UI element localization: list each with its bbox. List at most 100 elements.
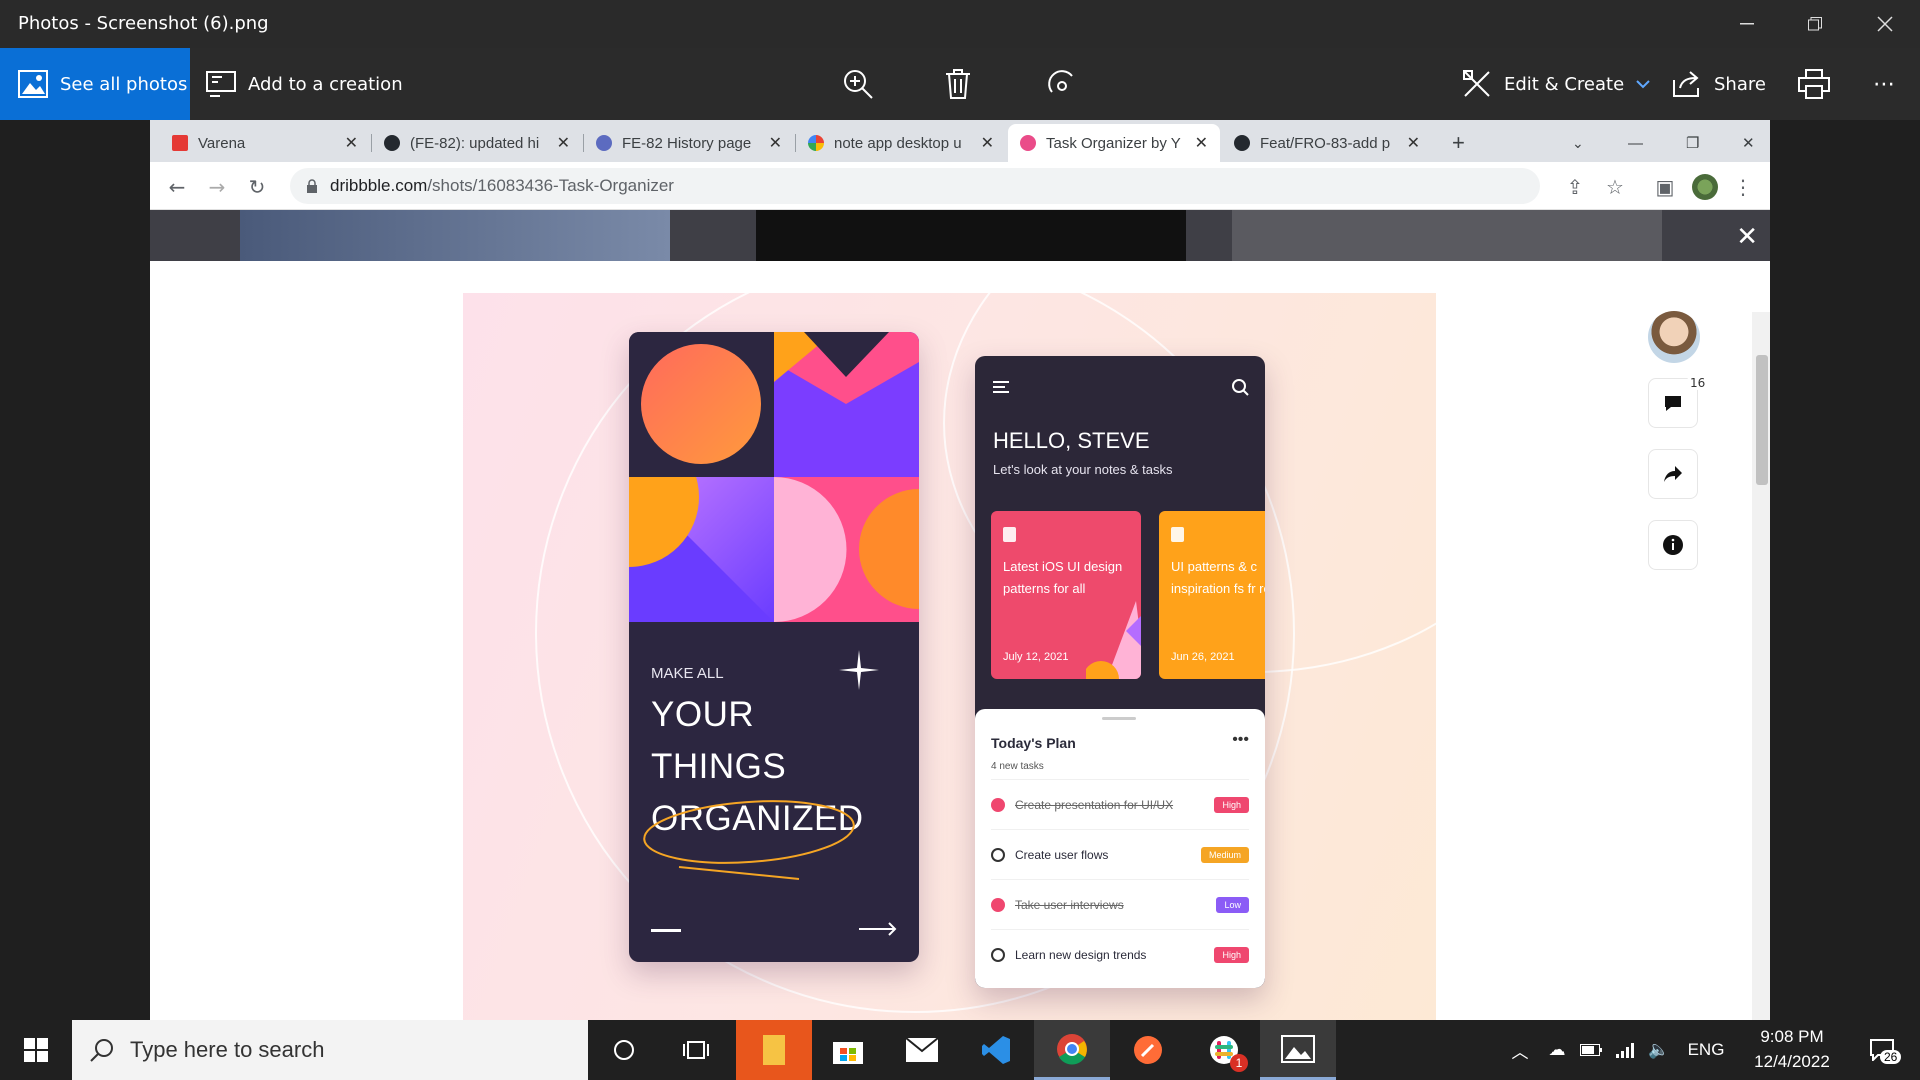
language-indicator[interactable]: ENG [1680,1020,1732,1080]
plan-count: 4 new tasks [991,761,1044,772]
taskbar-app-postman[interactable] [1110,1020,1186,1080]
task-view-button[interactable] [658,1020,734,1080]
tab-close-icon[interactable]: ✕ [1407,133,1420,153]
browser-restore-button[interactable]: ❐ [1674,124,1711,162]
vscode-icon [982,1036,1010,1064]
info-button[interactable] [1648,520,1698,570]
cortana-button[interactable] [586,1020,662,1080]
share-page-button[interactable]: ⇪ [1560,172,1590,202]
forward-button[interactable]: → [202,172,232,202]
tab-github-fe82[interactable]: (FE-82): updated hi ✕ [372,124,582,162]
browser-close-button[interactable]: ✕ [1730,124,1767,162]
drag-handle[interactable] [1102,717,1136,720]
browser-window: Varena ✕ (FE-82): updated hi ✕ FE-82 His… [150,120,1770,1020]
hamburger-icon[interactable] [993,380,1009,394]
onboarding-phone: MAKE ALL YOUR THINGS ORGANIZED [629,332,919,962]
tab-close-icon[interactable]: ✕ [345,133,358,153]
arrow-right-icon[interactable] [859,922,897,936]
taskbar-app-mail[interactable] [884,1020,960,1080]
onedrive-button[interactable]: ☁ [1540,1020,1574,1080]
comment-count: 16 [1686,376,1710,390]
print-button[interactable] [1790,60,1838,108]
taskbar-app-slack[interactable]: 1 [1186,1020,1262,1080]
browser-menu-button[interactable]: ⋮ [1728,172,1758,202]
tab-varena[interactable]: Varena ✕ [160,124,370,162]
volume-button[interactable]: 🔈 [1642,1020,1676,1080]
network-button[interactable] [1608,1020,1642,1080]
task-row[interactable]: Create presentation for UI/UX High [991,779,1249,829]
more-options-button[interactable]: ⋯ [1860,60,1908,108]
task-name: Create presentation for UI/UX [1015,797,1174,812]
share-shot-button[interactable] [1648,449,1698,499]
side-panel-icon: ▣ [1655,175,1675,199]
see-all-photos-button[interactable]: See all photos [0,48,190,120]
tab-close-icon[interactable]: ✕ [1195,133,1208,153]
checkbox-unchecked[interactable] [991,947,1005,962]
share-label: Share [1714,73,1766,95]
url-field[interactable]: dribbble.com/shots/16083436-Task-Organiz… [290,168,1540,204]
side-panel-button[interactable]: ▣ [1650,172,1680,202]
reload-button[interactable]: ↻ [242,172,272,202]
taskbar-app-vscode[interactable] [958,1020,1034,1080]
add-to-creation-button[interactable]: Add to a creation [206,48,403,120]
sticky-notes-icon [763,1035,785,1065]
kebab-menu-icon: ⋮ [1733,175,1753,199]
comment-icon [1665,396,1681,411]
todays-plan-panel: Today's Plan 4 new tasks ••• Create pres… [975,709,1265,988]
tab-close-icon[interactable]: ✕ [557,133,570,153]
task-row[interactable]: Take user interviews Low [991,879,1249,929]
tab-google-search[interactable]: note app desktop u ✕ [796,124,1006,162]
taskbar-app-photos[interactable] [1260,1020,1336,1080]
taskbar-clock[interactable]: 9:08 PM 12/4/2022 [1736,1024,1848,1074]
tab-github-fro83[interactable]: Feat/FRO-83-add p ✕ [1222,124,1432,162]
checkbox-checked[interactable] [991,797,1005,812]
taskbar-search-box[interactable]: Type here to search [72,1020,588,1080]
note-card[interactable]: UI patterns & c inspiration fs fr real J… [1159,511,1265,679]
tab-history-page[interactable]: FE-82 History page ✕ [584,124,794,162]
dribbble-page: ✕ MAKE ALL YOUR THINGS ORGANIZED HELLO, … [150,210,1770,1020]
browser-minimize-button[interactable]: — [1616,124,1655,162]
close-button[interactable] [1856,0,1914,48]
creation-icon [206,71,236,97]
task-row[interactable]: Create user flows Medium [991,829,1249,879]
delete-button[interactable] [934,60,982,108]
action-center-button[interactable]: 26 [1852,1020,1912,1080]
notification-count: 26 [1880,1050,1902,1064]
battery-button[interactable] [1574,1020,1608,1080]
zoom-in-button[interactable] [834,60,882,108]
taskbar-app-notes[interactable] [736,1020,812,1080]
triangle-shape [629,477,774,622]
close-overlay-icon[interactable]: ✕ [1736,222,1758,252]
restore-button[interactable] [1786,0,1844,48]
task-row[interactable]: Learn new design trends High [991,929,1249,979]
taskbar-app-store[interactable] [810,1020,886,1080]
bookmark-button[interactable]: ☆ [1600,172,1630,202]
note-card[interactable]: Latest iOS UI design patterns for all Ju… [991,511,1141,679]
minimize-button[interactable] [1718,0,1776,48]
tab-task-organizer[interactable]: Task Organizer by Y ✕ [1008,124,1220,162]
rotate-button[interactable] [1038,60,1086,108]
vertical-scrollbar[interactable] [1752,312,1770,1020]
more-icon[interactable]: ••• [1232,731,1249,749]
start-button[interactable] [0,1020,72,1080]
tab-search-button[interactable]: ⌄ [1560,124,1596,162]
back-button[interactable]: ← [162,172,192,202]
edit-create-button[interactable]: Edit & Create [1462,48,1650,120]
new-tab-button[interactable]: + [1440,124,1477,162]
checkbox-unchecked[interactable] [991,847,1005,862]
profile-button[interactable] [1690,172,1720,202]
chrome-icon [1057,1033,1087,1065]
photos-title-bar: Photos - Screenshot (6).png [0,0,1920,48]
share-button[interactable]: Share [1672,48,1766,120]
tab-close-icon[interactable]: ✕ [981,133,994,153]
github-icon [384,135,400,151]
taskbar-app-chrome[interactable] [1034,1020,1110,1080]
tray-overflow-button[interactable]: ︿ [1502,1020,1538,1080]
add-creation-label: Add to a creation [248,73,403,95]
designer-avatar[interactable] [1648,311,1700,363]
tab-close-icon[interactable]: ✕ [769,133,782,153]
checkbox-checked[interactable] [991,897,1005,912]
search-icon[interactable] [1231,378,1249,396]
scrollbar-thumb[interactable] [1756,355,1768,485]
windows-icon [24,1038,48,1062]
